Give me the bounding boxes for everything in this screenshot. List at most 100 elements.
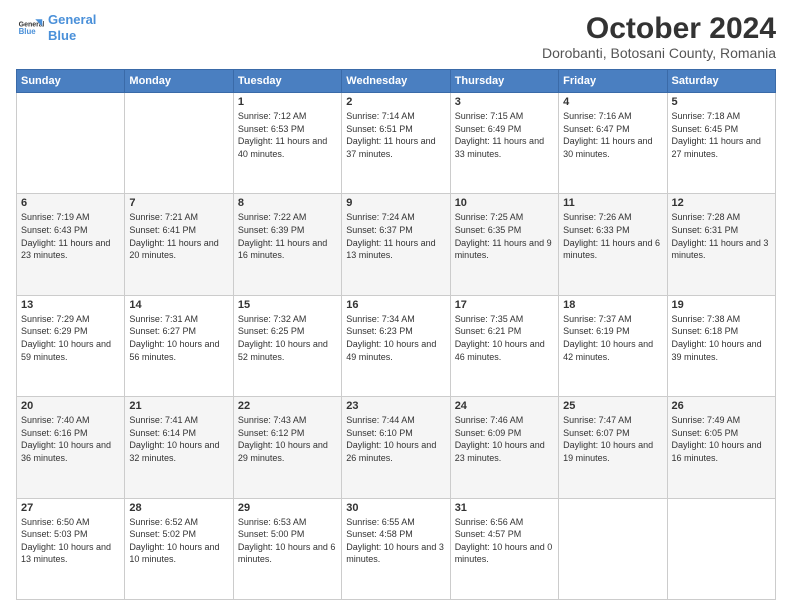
- calendar-cell: 3 Sunrise: 7:15 AM Sunset: 6:49 PM Daylig…: [450, 93, 558, 194]
- calendar-cell: 22 Sunrise: 7:43 AM Sunset: 6:12 PM Dayli…: [233, 397, 341, 498]
- day-number: 6: [21, 197, 120, 209]
- svg-text:Blue: Blue: [19, 27, 37, 36]
- calendar-cell: 6 Sunrise: 7:19 AM Sunset: 6:43 PM Daylig…: [17, 194, 125, 295]
- day-number: 2: [346, 96, 445, 108]
- day-number: 8: [238, 197, 337, 209]
- cell-daylight-info: Sunrise: 7:31 AM Sunset: 6:27 PM Dayligh…: [129, 313, 228, 363]
- day-number: 23: [346, 400, 445, 412]
- day-number: 19: [672, 299, 771, 311]
- calendar-header: SundayMondayTuesdayWednesdayThursdayFrid…: [17, 70, 776, 93]
- day-number: 24: [455, 400, 554, 412]
- calendar-cell: 15 Sunrise: 7:32 AM Sunset: 6:25 PM Dayli…: [233, 295, 341, 396]
- calendar-cell: [125, 93, 233, 194]
- calendar-cell: 8Sunrise: 7:22 AM Sunset: 6:39 PM Daylig…: [233, 194, 341, 295]
- week-row-3: 13 Sunrise: 7:29 AM Sunset: 6:29 PM Dayli…: [17, 295, 776, 396]
- day-number: 3: [455, 96, 554, 108]
- cell-daylight-info: Sunrise: 7:26 AM Sunset: 6:33 PM Dayligh…: [563, 211, 662, 261]
- cell-daylight-info: Sunrise: 7:32 AM Sunset: 6:25 PM Dayligh…: [238, 313, 337, 363]
- cell-daylight-info: Sunrise: 7:21 AM Sunset: 6:41 PM Dayligh…: [129, 211, 228, 261]
- day-header-sunday: Sunday: [17, 70, 125, 93]
- cell-daylight-info: Sunrise: 6:55 AM Sunset: 4:58 PM Dayligh…: [346, 516, 445, 566]
- calendar-cell: 14 Sunrise: 7:31 AM Sunset: 6:27 PM Dayli…: [125, 295, 233, 396]
- calendar-cell: 24 Sunrise: 7:46 AM Sunset: 6:09 PM Dayli…: [450, 397, 558, 498]
- cell-daylight-info: Sunrise: 7:46 AM Sunset: 6:09 PM Dayligh…: [455, 414, 554, 464]
- cell-daylight-info: Sunrise: 7:19 AM Sunset: 6:43 PM Dayligh…: [21, 211, 120, 261]
- cell-daylight-info: Sunrise: 7:25 AM Sunset: 6:35 PM Dayligh…: [455, 211, 554, 261]
- day-header-monday: Monday: [125, 70, 233, 93]
- day-header-saturday: Saturday: [667, 70, 775, 93]
- cell-daylight-info: Sunrise: 7:24 AM Sunset: 6:37 PM Dayligh…: [346, 211, 445, 261]
- day-number: 20: [21, 400, 120, 412]
- calendar-cell: 18Sunrise: 7:37 AM Sunset: 6:19 PM Dayli…: [559, 295, 667, 396]
- calendar-cell: 2 Sunrise: 7:14 AM Sunset: 6:51 PM Daylig…: [342, 93, 450, 194]
- cell-daylight-info: Sunrise: 7:28 AM Sunset: 6:31 PM Dayligh…: [672, 211, 771, 261]
- day-number: 9: [346, 197, 445, 209]
- calendar-cell: 26 Sunrise: 7:49 AM Sunset: 6:05 PM Dayli…: [667, 397, 775, 498]
- calendar-cell: 28Sunrise: 6:52 AM Sunset: 5:02 PM Dayli…: [125, 498, 233, 599]
- calendar-cell: 30Sunrise: 6:55 AM Sunset: 4:58 PM Dayli…: [342, 498, 450, 599]
- day-number: 16: [346, 299, 445, 311]
- calendar-cell: 20 Sunrise: 7:40 AM Sunset: 6:16 PM Dayli…: [17, 397, 125, 498]
- cell-daylight-info: Sunrise: 6:53 AM Sunset: 5:00 PM Dayligh…: [238, 516, 337, 566]
- calendar-cell: 23 Sunrise: 7:44 AM Sunset: 6:10 PM Dayli…: [342, 397, 450, 498]
- calendar-cell: 5 Sunrise: 7:18 AM Sunset: 6:45 PM Daylig…: [667, 93, 775, 194]
- cell-daylight-info: Sunrise: 6:52 AM Sunset: 5:02 PM Dayligh…: [129, 516, 228, 566]
- day-number: 25: [563, 400, 662, 412]
- cell-daylight-info: Sunrise: 7:29 AM Sunset: 6:29 PM Dayligh…: [21, 313, 120, 363]
- calendar-cell: 16Sunrise: 7:34 AM Sunset: 6:23 PM Dayli…: [342, 295, 450, 396]
- calendar-cell: 19Sunrise: 7:38 AM Sunset: 6:18 PM Dayli…: [667, 295, 775, 396]
- cell-daylight-info: Sunrise: 7:40 AM Sunset: 6:16 PM Dayligh…: [21, 414, 120, 464]
- calendar-cell: 27Sunrise: 6:50 AM Sunset: 5:03 PM Dayli…: [17, 498, 125, 599]
- day-header-wednesday: Wednesday: [342, 70, 450, 93]
- cell-daylight-info: Sunrise: 7:43 AM Sunset: 6:12 PM Dayligh…: [238, 414, 337, 464]
- day-number: 12: [672, 197, 771, 209]
- logo-general: General: [48, 12, 96, 27]
- cell-daylight-info: Sunrise: 7:12 AM Sunset: 6:53 PM Dayligh…: [238, 110, 337, 160]
- cell-daylight-info: Sunrise: 7:14 AM Sunset: 6:51 PM Dayligh…: [346, 110, 445, 160]
- day-number: 18: [563, 299, 662, 311]
- calendar-cell: 17 Sunrise: 7:35 AM Sunset: 6:21 PM Dayli…: [450, 295, 558, 396]
- cell-daylight-info: Sunrise: 7:44 AM Sunset: 6:10 PM Dayligh…: [346, 414, 445, 464]
- calendar-cell: 21 Sunrise: 7:41 AM Sunset: 6:14 PM Dayli…: [125, 397, 233, 498]
- day-header-friday: Friday: [559, 70, 667, 93]
- calendar-body: 1 Sunrise: 7:12 AM Sunset: 6:53 PM Daylig…: [17, 93, 776, 600]
- day-number: 17: [455, 299, 554, 311]
- cell-daylight-info: Sunrise: 7:15 AM Sunset: 6:49 PM Dayligh…: [455, 110, 554, 160]
- day-number: 21: [129, 400, 228, 412]
- cell-daylight-info: Sunrise: 7:41 AM Sunset: 6:14 PM Dayligh…: [129, 414, 228, 464]
- logo: General Blue General Blue: [16, 12, 96, 43]
- day-header-thursday: Thursday: [450, 70, 558, 93]
- day-number: 22: [238, 400, 337, 412]
- day-number: 13: [21, 299, 120, 311]
- calendar-cell: 7 Sunrise: 7:21 AM Sunset: 6:41 PM Daylig…: [125, 194, 233, 295]
- day-number: 11: [563, 197, 662, 209]
- calendar-cell: 12 Sunrise: 7:28 AM Sunset: 6:31 PM Dayli…: [667, 194, 775, 295]
- main-title: October 2024: [542, 12, 776, 45]
- calendar-cell: [17, 93, 125, 194]
- day-number: 31: [455, 502, 554, 514]
- day-number: 14: [129, 299, 228, 311]
- week-row-4: 20 Sunrise: 7:40 AM Sunset: 6:16 PM Dayli…: [17, 397, 776, 498]
- cell-daylight-info: Sunrise: 7:47 AM Sunset: 6:07 PM Dayligh…: [563, 414, 662, 464]
- day-number: 15: [238, 299, 337, 311]
- cell-daylight-info: Sunrise: 7:49 AM Sunset: 6:05 PM Dayligh…: [672, 414, 771, 464]
- week-row-2: 6 Sunrise: 7:19 AM Sunset: 6:43 PM Daylig…: [17, 194, 776, 295]
- calendar-cell: 9 Sunrise: 7:24 AM Sunset: 6:37 PM Daylig…: [342, 194, 450, 295]
- header: General Blue General Blue October 2024 D…: [16, 12, 776, 61]
- cell-daylight-info: Sunrise: 7:18 AM Sunset: 6:45 PM Dayligh…: [672, 110, 771, 160]
- day-number: 5: [672, 96, 771, 108]
- subtitle: Dorobanti, Botosani County, Romania: [542, 45, 776, 61]
- calendar-cell: 11 Sunrise: 7:26 AM Sunset: 6:33 PM Dayli…: [559, 194, 667, 295]
- calendar-cell: 13 Sunrise: 7:29 AM Sunset: 6:29 PM Dayli…: [17, 295, 125, 396]
- calendar-table: SundayMondayTuesdayWednesdayThursdayFrid…: [16, 69, 776, 600]
- calendar-cell: 31Sunrise: 6:56 AM Sunset: 4:57 PM Dayli…: [450, 498, 558, 599]
- cell-daylight-info: Sunrise: 7:35 AM Sunset: 6:21 PM Dayligh…: [455, 313, 554, 363]
- day-number: 1: [238, 96, 337, 108]
- calendar-cell: 25 Sunrise: 7:47 AM Sunset: 6:07 PM Dayli…: [559, 397, 667, 498]
- calendar-cell: [667, 498, 775, 599]
- calendar-cell: 10Sunrise: 7:25 AM Sunset: 6:35 PM Dayli…: [450, 194, 558, 295]
- logo-blue: Blue: [48, 28, 76, 43]
- day-number: 26: [672, 400, 771, 412]
- day-number: 7: [129, 197, 228, 209]
- calendar-cell: 1 Sunrise: 7:12 AM Sunset: 6:53 PM Daylig…: [233, 93, 341, 194]
